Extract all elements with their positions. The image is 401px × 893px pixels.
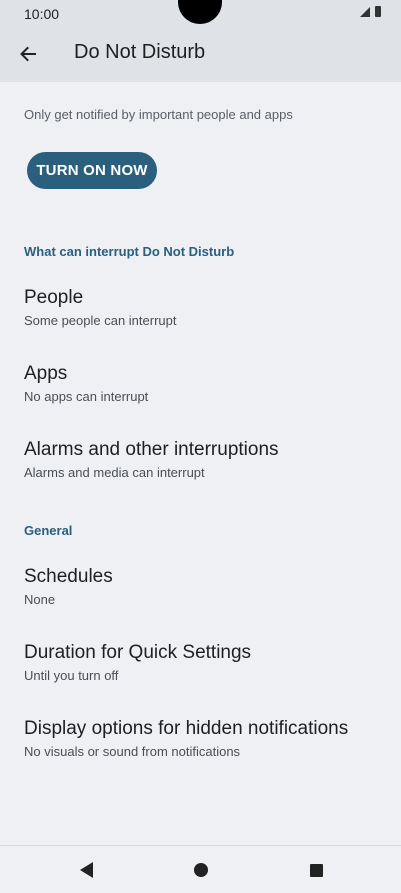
setting-item-display-options[interactable]: Display options for hidden notifications… <box>0 718 401 776</box>
setting-item-duration[interactable]: Duration for Quick Settings Until you tu… <box>0 642 401 700</box>
setting-title: Apps <box>24 363 68 384</box>
turn-on-now-button[interactable]: TURN ON NOW <box>27 152 157 189</box>
nav-home-button[interactable] <box>191 860 211 880</box>
system-navigation-bar <box>0 845 401 893</box>
setting-item-people[interactable]: People Some people can interrupt <box>0 287 401 345</box>
setting-title: Display options for hidden notifications <box>24 718 349 739</box>
status-icons <box>360 6 381 17</box>
arrow-left-icon <box>20 46 36 62</box>
setting-subtitle: None <box>24 592 56 607</box>
setting-title: Schedules <box>24 566 113 587</box>
section-header-interruptions: What can interrupt Do Not Disturb <box>24 244 235 259</box>
circle-home-icon <box>194 863 208 877</box>
setting-subtitle: Until you turn off <box>24 668 119 683</box>
section-header-general: General <box>24 523 73 538</box>
page-title: Do Not Disturb <box>74 41 206 63</box>
setting-subtitle: Alarms and media can interrupt <box>24 465 205 480</box>
status-time: 10:00 <box>24 6 60 22</box>
triangle-back-icon <box>79 862 93 878</box>
setting-title: Duration for Quick Settings <box>24 642 252 663</box>
setting-subtitle: No visuals or sound from notifications <box>24 744 241 759</box>
setting-title: People <box>24 287 84 308</box>
setting-item-alarms[interactable]: Alarms and other interruptions Alarms an… <box>0 439 401 497</box>
setting-subtitle: No apps can interrupt <box>24 389 149 404</box>
nav-recents-button[interactable] <box>306 860 326 880</box>
setting-item-apps[interactable]: Apps No apps can interrupt <box>0 363 401 421</box>
camera-notch <box>178 0 222 24</box>
page-description: Only get notified by important people an… <box>24 107 293 122</box>
nav-back-button[interactable] <box>76 860 96 880</box>
app-bar: 10:00 Do Not Disturb <box>0 0 401 82</box>
back-button[interactable] <box>14 40 42 68</box>
setting-item-schedules[interactable]: Schedules None <box>0 566 401 624</box>
square-recents-icon <box>309 863 323 877</box>
setting-title: Alarms and other interruptions <box>24 439 279 460</box>
battery-icon <box>375 6 381 17</box>
signal-icon <box>360 6 370 17</box>
setting-subtitle: Some people can interrupt <box>24 313 177 328</box>
